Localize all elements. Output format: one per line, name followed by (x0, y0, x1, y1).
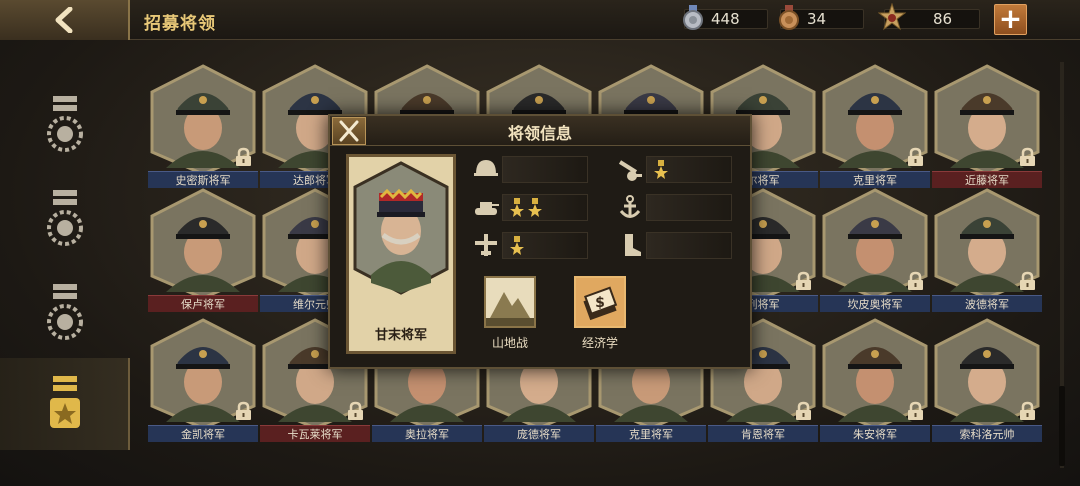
skill-mountain-warfare[interactable]: 山地战 (480, 276, 540, 351)
general-portrait (353, 161, 449, 295)
star-icon (510, 198, 524, 217)
general-card[interactable]: 史密斯将军 (148, 64, 258, 188)
general-portrait (150, 188, 256, 298)
rank-insignia-gold-icon (50, 376, 80, 428)
general-name: 克里将军 (596, 425, 706, 442)
add-resource-button[interactable]: + (994, 4, 1027, 35)
general-card[interactable]: 坎皮奥将军 (820, 188, 930, 312)
stat-bar (502, 194, 588, 221)
general-card[interactable]: 保卢将军 (148, 188, 258, 312)
chevron-left-icon (55, 7, 73, 33)
dialog-header: 将领信息 (330, 116, 750, 146)
back-button[interactable] (0, 0, 130, 40)
svg-text:$: $ (595, 295, 605, 311)
tank-icon (475, 202, 499, 215)
general-name: 朱安将军 (820, 425, 930, 442)
general-card[interactable]: 金凯将军 (148, 318, 258, 442)
lock-icon (348, 401, 363, 420)
general-name: 索科洛元帅 (932, 425, 1042, 442)
general-name: 庞德将军 (484, 425, 594, 442)
general-name: 卡瓦莱将军 (260, 425, 370, 442)
anchor-icon (619, 195, 641, 218)
stat-bar (646, 156, 732, 183)
star-icon (510, 236, 524, 255)
general-name: 奥拉将军 (372, 425, 482, 442)
skill-economics[interactable]: $ 经济学 (570, 276, 630, 351)
lock-icon (1020, 147, 1035, 166)
stat-bar (646, 194, 732, 221)
general-name: 波德将军 (932, 295, 1042, 312)
rank-sidebar (0, 60, 130, 480)
lock-icon (908, 271, 923, 290)
sidebar-item-rank-4[interactable] (42, 374, 88, 442)
general-name: 金凯将军 (148, 425, 258, 442)
rank-insignia-icon (47, 190, 83, 246)
infantry-helmet-icon (474, 160, 498, 176)
general-name: 坎皮奥将军 (820, 295, 930, 312)
skill-icon-box (484, 276, 536, 328)
aircraft-icon (475, 234, 497, 256)
stat-bar (502, 232, 588, 259)
stat-bar (646, 232, 732, 259)
sidebar-item-rank-2[interactable] (42, 188, 88, 256)
skill-label: 山地战 (491, 336, 528, 350)
star-badge-counter: 86 (878, 3, 980, 31)
general-name: 克里将军 (820, 171, 930, 188)
general-name: 肯恩将军 (708, 425, 818, 442)
general-portrait-card: 甘末将军 (346, 154, 456, 354)
artillery-icon (618, 160, 642, 181)
bronze-medal-counter: 34 (779, 5, 864, 30)
money-icon: $ (583, 286, 618, 321)
bronze-medal-icon (779, 5, 799, 30)
dialog-title: 将领信息 (507, 124, 572, 143)
lock-icon (1020, 271, 1035, 290)
silver-medal-counter: 448 (683, 5, 768, 30)
star-icon (654, 160, 668, 179)
rank-insignia-icon (47, 284, 83, 340)
general-name: 近藤将军 (932, 171, 1042, 188)
sidebar-item-rank-1[interactable] (42, 94, 88, 162)
skill-label: 经济学 (581, 336, 618, 350)
lock-icon (236, 401, 251, 420)
general-card[interactable]: 索科洛元帅 (932, 318, 1042, 442)
lock-icon (236, 147, 251, 166)
page-title: 招募将领 (144, 14, 216, 34)
lock-icon (796, 401, 811, 420)
boot-icon (625, 234, 641, 256)
rank-insignia-icon (47, 96, 83, 152)
general-card[interactable]: 克里将军 (820, 64, 930, 188)
stat-bar (502, 156, 588, 183)
general-card[interactable]: 波德将军 (932, 188, 1042, 312)
general-card[interactable]: 朱安将军 (820, 318, 930, 442)
general-name: 保卢将军 (148, 295, 258, 312)
lock-icon (1020, 401, 1035, 420)
star-badge-icon (878, 3, 906, 31)
general-name: 史密斯将军 (148, 171, 258, 188)
sidebar-item-rank-3[interactable] (42, 282, 88, 350)
silver-medal-icon (683, 5, 703, 30)
general-name: 甘末将军 (374, 328, 427, 343)
general-card[interactable]: 近藤将军 (932, 64, 1042, 188)
lock-icon (908, 401, 923, 420)
scrollbar-thumb[interactable] (1059, 386, 1065, 466)
mountain-icon (486, 292, 534, 326)
skill-icon-box: $ (574, 276, 626, 328)
lock-icon (796, 271, 811, 290)
top-bar: 招募将领 448 34 86 + (0, 0, 1080, 40)
general-info-dialog: 将领信息 甘末将军 山地战 $ 经济学 (328, 114, 752, 369)
lock-icon (908, 147, 923, 166)
star-icon (528, 198, 542, 217)
